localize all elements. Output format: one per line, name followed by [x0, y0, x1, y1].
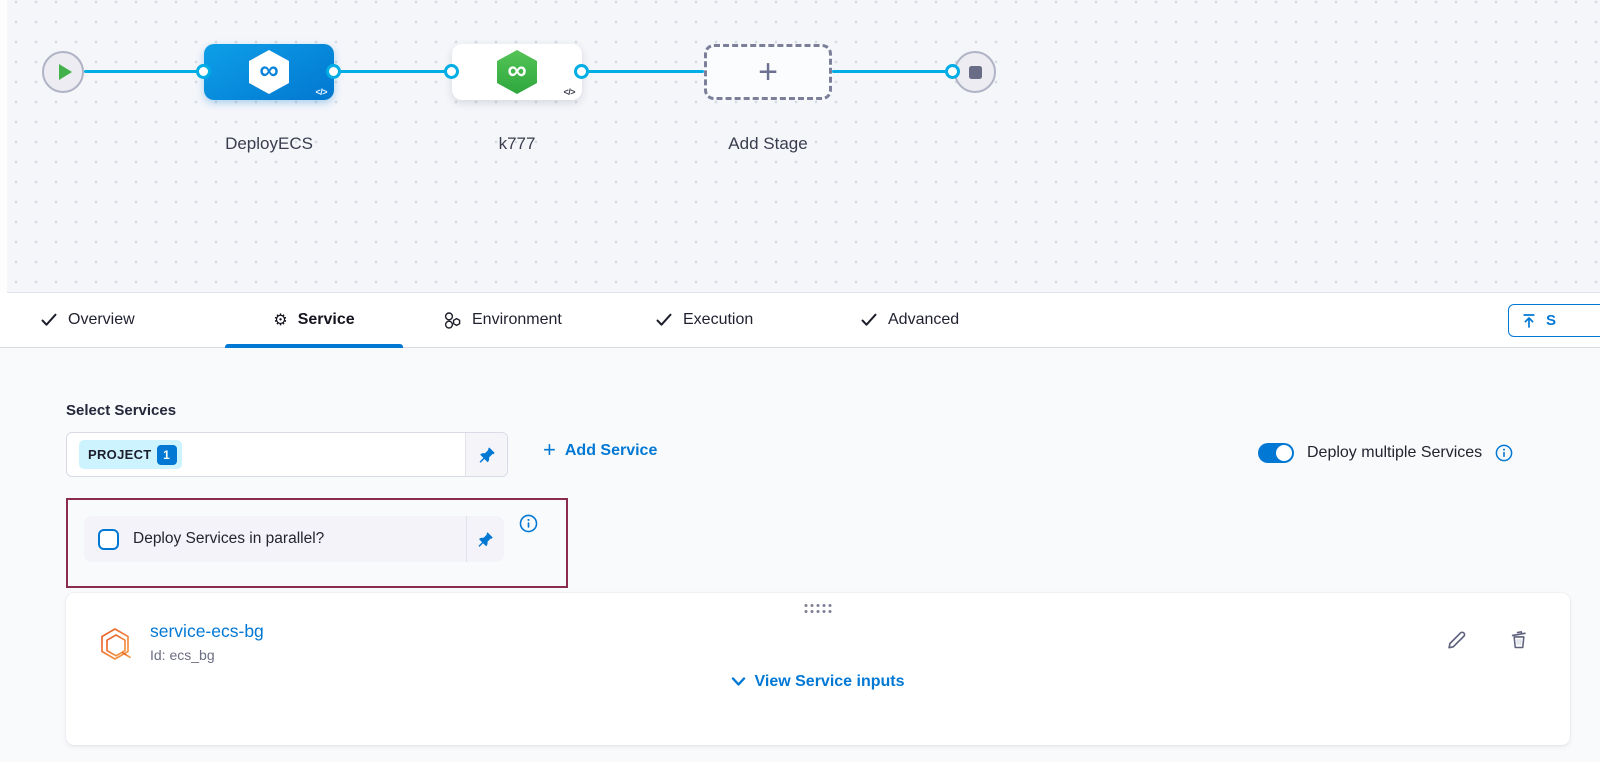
select-services-input[interactable]: PROJECT 1 [66, 432, 508, 477]
connector-line [582, 70, 704, 73]
harness-infinity-glyph: ∞ [259, 57, 278, 84]
pencil-icon [1446, 629, 1468, 651]
deploy-parallel-checkbox[interactable] [98, 529, 119, 550]
stop-icon [969, 66, 982, 79]
delete-service-button[interactable] [1506, 627, 1532, 653]
toggle-knob [1276, 445, 1292, 461]
selected-service-chip[interactable]: PROJECT 1 [79, 440, 182, 469]
save-button-label: S [1546, 312, 1556, 329]
node-port[interactable] [326, 64, 341, 79]
add-stage-button[interactable]: + [704, 44, 832, 100]
pin-icon [478, 446, 496, 464]
pin-input-type-button[interactable] [466, 516, 504, 562]
parallel-option-highlight: Deploy Services in parallel? [66, 498, 568, 588]
tab-label: Service [298, 311, 355, 329]
gear-icon: ⚙ [273, 310, 287, 330]
stage-label-add-stage: Add Stage [728, 134, 807, 154]
code-view-icon[interactable]: </> [563, 87, 575, 97]
code-view-icon[interactable]: </> [315, 87, 327, 97]
canvas-edge [0, 0, 7, 293]
service-hexagon-icon [98, 626, 134, 666]
trash-icon [1508, 629, 1530, 651]
tab-label: Environment [472, 311, 562, 329]
info-icon[interactable] [519, 514, 538, 538]
pipeline-studio-screen: ∞ </> ∞ </> + DeployECS k777 Add Stage O… [0, 0, 1600, 762]
pin-icon [477, 531, 494, 548]
add-service-label: Add Service [565, 442, 657, 460]
stage-node-deployecs[interactable]: ∞ </> [204, 44, 334, 100]
tab-overview[interactable]: Overview [40, 293, 135, 347]
connector-line [334, 70, 452, 73]
tab-service[interactable]: ⚙ Service [225, 293, 403, 347]
deploy-multiple-services-row: Deploy multiple Services [1258, 443, 1513, 463]
deploy-multiple-services-label: Deploy multiple Services [1307, 444, 1482, 462]
tab-advanced[interactable]: Advanced [860, 293, 959, 347]
deploy-multiple-services-toggle[interactable] [1258, 443, 1294, 463]
chip-label: PROJECT [88, 447, 152, 462]
stage-config-tabbar: Overview ⚙ Service Environment Execution… [0, 293, 1600, 348]
tab-environment[interactable]: Environment [443, 293, 562, 347]
save-button[interactable]: S [1508, 304, 1600, 337]
service-card: service-ecs-bg Id: ecs_bg View Service i… [66, 593, 1570, 745]
add-service-button[interactable]: + Add Service [543, 441, 657, 461]
pin-input-type-button[interactable] [465, 433, 507, 476]
drag-handle[interactable] [805, 604, 832, 613]
view-service-inputs-link[interactable]: View Service inputs [732, 673, 905, 691]
check-icon [40, 311, 58, 329]
node-port[interactable] [945, 64, 960, 79]
node-port[interactable] [444, 64, 459, 79]
pipeline-canvas[interactable]: ∞ </> ∞ </> + DeployECS k777 Add Stage [0, 0, 1600, 293]
connector-line [832, 70, 953, 73]
node-port[interactable] [574, 64, 589, 79]
stage-label-deployecs: DeployECS [225, 134, 313, 154]
harness-hexagon-icon: ∞ [249, 50, 289, 94]
service-name-link[interactable]: service-ecs-bg [150, 621, 264, 642]
chevron-down-icon [732, 677, 746, 687]
edit-service-button[interactable] [1444, 627, 1470, 653]
chip-count-badge: 1 [157, 445, 177, 465]
active-tab-indicator [225, 344, 403, 348]
check-icon [860, 311, 878, 329]
node-port[interactable] [196, 64, 211, 79]
deploy-parallel-field: Deploy Services in parallel? [84, 516, 504, 562]
info-icon[interactable] [1495, 444, 1513, 462]
play-icon [59, 64, 72, 80]
plus-icon: + [543, 439, 556, 461]
service-id-text: Id: ecs_bg [150, 647, 215, 663]
pipeline-end-node [954, 51, 996, 93]
pipeline-start-node [42, 51, 84, 93]
connector-line [84, 70, 204, 73]
stage-label-k777: k777 [499, 134, 536, 154]
deploy-parallel-label: Deploy Services in parallel? [133, 530, 324, 548]
harness-hexagon-icon: ∞ [497, 50, 537, 94]
tab-label: Advanced [888, 311, 959, 329]
view-service-inputs-label: View Service inputs [755, 673, 905, 691]
stage-node-k777[interactable]: ∞ </> [452, 44, 582, 100]
check-icon [655, 311, 673, 329]
upload-icon [1521, 313, 1537, 329]
tab-execution[interactable]: Execution [655, 293, 753, 347]
select-services-label: Select Services [66, 402, 176, 419]
tab-label: Execution [683, 311, 753, 329]
environment-icon [443, 311, 462, 330]
harness-infinity-glyph: ∞ [507, 57, 526, 84]
tab-label: Overview [68, 311, 135, 329]
